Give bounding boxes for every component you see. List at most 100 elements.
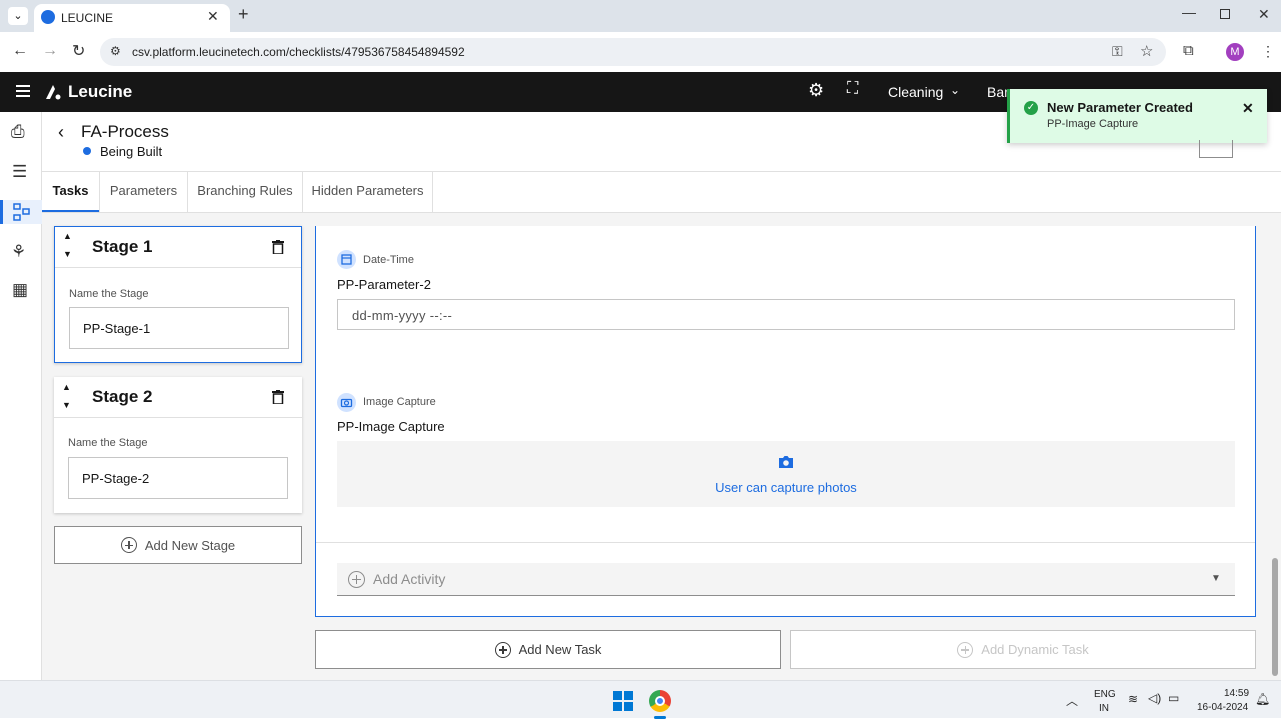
param-type-label: Image Capture <box>363 396 436 408</box>
delete-stage-icon[interactable] <box>272 390 284 404</box>
windows-start-icon[interactable] <box>613 691 633 711</box>
notification-bell-icon[interactable]: 🔔︎ <box>1255 692 1270 706</box>
add-new-stage-button[interactable]: Add New Stage <box>54 526 302 564</box>
add-circle-icon <box>348 571 365 588</box>
calendar-icon <box>337 250 356 269</box>
chrome-taskbar-icon[interactable] <box>649 690 671 712</box>
toast-notification: ✓ New Parameter Created PP-Image Capture… <box>1007 89 1267 143</box>
activity-divider <box>316 542 1255 543</box>
tab-hidden-parameters[interactable]: Hidden Parameters <box>302 172 433 212</box>
param-name: PP-Parameter-2 <box>337 277 431 292</box>
move-down-icon[interactable]: ▼ <box>63 249 72 259</box>
move-down-icon[interactable]: ▼ <box>62 400 71 410</box>
add-activity-label: Add Activity <box>373 571 446 587</box>
scrollbar-thumb[interactable] <box>1272 558 1278 676</box>
facility-selector[interactable]: Cleaning <box>888 84 943 100</box>
capture-hint: User can capture photos <box>715 480 857 495</box>
more-options-button[interactable] <box>1199 140 1233 158</box>
stage-header-divider <box>55 267 301 268</box>
stage-name-label: Name the Stage <box>68 437 148 449</box>
profile-initial: M <box>1230 46 1240 58</box>
toast-close-icon[interactable]: ✕ <box>1242 100 1254 117</box>
inbox-icon[interactable]: ⎙ <box>11 122 25 142</box>
tray-expand-icon[interactable]: ︿ <box>1066 692 1078 709</box>
window-close-icon[interactable]: ✕ <box>1258 6 1270 23</box>
language-code[interactable]: ENG <box>1094 689 1116 700</box>
tab-title: LEUCINE <box>61 11 114 25</box>
stage-card-2[interactable]: ▲ ▼ Stage 2 Name the Stage PP-Stage-2 <box>54 377 302 513</box>
clock-time[interactable]: 14:59 <box>1224 688 1249 699</box>
chevron-down-icon[interactable]: ⌄ <box>950 83 960 97</box>
add-circle-icon <box>494 641 511 658</box>
page-title: FA-Process <box>81 122 169 141</box>
browser-tab-bar: ⌄ LEUCINE ✕ + — ✕ <box>0 0 1281 32</box>
password-key-icon[interactable]: ⚿ <box>1112 43 1123 60</box>
minimize-icon[interactable]: — <box>1182 4 1196 20</box>
app-logo-text: Leucine <box>68 82 133 101</box>
maximize-icon[interactable] <box>1220 9 1230 19</box>
new-tab-icon[interactable]: + <box>238 4 249 25</box>
scan-icon[interactable]: ⛶ <box>847 80 858 98</box>
hierarchy-icon[interactable]: ⚘ <box>11 242 26 262</box>
add-dynamic-task-label: Add Dynamic Task <box>981 642 1089 657</box>
param-name: PP-Image Capture <box>337 419 445 434</box>
stage-name-input[interactable]: PP-Stage-2 <box>68 457 288 499</box>
leucine-favicon-icon <box>41 10 55 24</box>
browser-tab[interactable]: LEUCINE ✕ <box>34 4 230 32</box>
prototype-icon[interactable] <box>0 200 42 224</box>
extensions-icon[interactable]: ⧉ <box>1183 42 1194 59</box>
camera-capture-icon <box>779 456 793 468</box>
hamburger-menu-icon[interactable] <box>16 85 30 97</box>
tab-close-icon[interactable]: ✕ <box>207 8 219 25</box>
url-text: csv.platform.leucinetech.com/checklists/… <box>132 45 465 59</box>
toast-subtitle: PP-Image Capture <box>1047 118 1139 130</box>
checklist-icon[interactable]: ☰ <box>12 162 27 182</box>
param-type-label: Date-Time <box>363 254 414 266</box>
delete-stage-icon[interactable] <box>272 240 284 254</box>
add-dynamic-task-button[interactable]: Add Dynamic Task <box>790 630 1256 669</box>
success-check-icon: ✓ <box>1024 101 1038 115</box>
image-capture-area[interactable]: User can capture photos <box>337 441 1235 507</box>
bookmark-star-icon[interactable]: ☆ <box>1140 42 1153 60</box>
tab-tasks[interactable]: Tasks <box>42 172 99 212</box>
forward-icon[interactable]: → <box>42 42 58 60</box>
settings-gear-icon[interactable]: ⚙ <box>808 80 824 101</box>
profile-avatar[interactable]: M <box>1226 43 1244 61</box>
stage-name-label: Name the Stage <box>69 288 149 300</box>
add-new-task-label: Add New Task <box>518 642 602 657</box>
scrollbar-track[interactable] <box>1271 226 1279 678</box>
datetime-input[interactable]: dd-mm-yyyy --:-- <box>337 299 1235 330</box>
reload-icon[interactable]: ↻ <box>72 41 85 61</box>
stage-card-1[interactable]: ▲ ▼ Stage 1 Name the Stage PP-Stage-1 <box>54 226 302 363</box>
dropdown-caret-icon: ▼ <box>1211 573 1221 584</box>
leucine-logo-icon <box>44 83 62 101</box>
wifi-icon[interactable]: ≋ <box>1128 692 1138 706</box>
status-text: Being Built <box>100 144 163 159</box>
calculator-icon[interactable]: ▦ <box>12 280 28 300</box>
stage-name-input[interactable]: PP-Stage-1 <box>69 307 289 349</box>
back-icon[interactable]: ← <box>12 42 28 60</box>
add-new-stage-label: Add New Stage <box>144 537 236 553</box>
add-activity-dropdown[interactable]: Add Activity ▼ <box>337 563 1235 596</box>
os-taskbar: ︿ ENG IN ≋ ◁) ▭ 14:59 16-04-2024 🔔︎ <box>0 680 1281 719</box>
add-new-task-button[interactable]: Add New Task <box>315 630 781 669</box>
tab-list-chevron-icon[interactable]: ⌄ <box>8 7 28 25</box>
move-up-icon[interactable]: ▲ <box>63 231 72 241</box>
region-code: IN <box>1099 703 1109 714</box>
add-circle-icon <box>120 537 137 553</box>
clock-date: 16-04-2024 <box>1197 702 1249 713</box>
datetime-placeholder: dd-mm-yyyy --:-- <box>352 308 453 323</box>
battery-icon[interactable]: ▭ <box>1168 691 1179 705</box>
site-info-icon[interactable]: ⚙ <box>110 44 121 58</box>
task-panel: Date-Time PP-Parameter-2 dd-mm-yyyy --:-… <box>315 226 1256 617</box>
volume-icon[interactable]: ◁) <box>1148 691 1161 705</box>
camera-icon <box>337 393 356 412</box>
address-bar[interactable]: ⚙ csv.platform.leucinetech.com/checklist… <box>100 38 1166 66</box>
tab-parameters[interactable]: Parameters <box>99 172 187 212</box>
stage-header-divider <box>54 417 302 418</box>
move-up-icon[interactable]: ▲ <box>62 382 71 392</box>
tab-branching-rules[interactable]: Branching Rules <box>187 172 302 212</box>
back-chevron-icon[interactable]: ‹ <box>58 122 64 143</box>
stage-title: Stage 1 <box>92 237 153 256</box>
browser-menu-icon[interactable]: ⋮ <box>1261 43 1275 60</box>
